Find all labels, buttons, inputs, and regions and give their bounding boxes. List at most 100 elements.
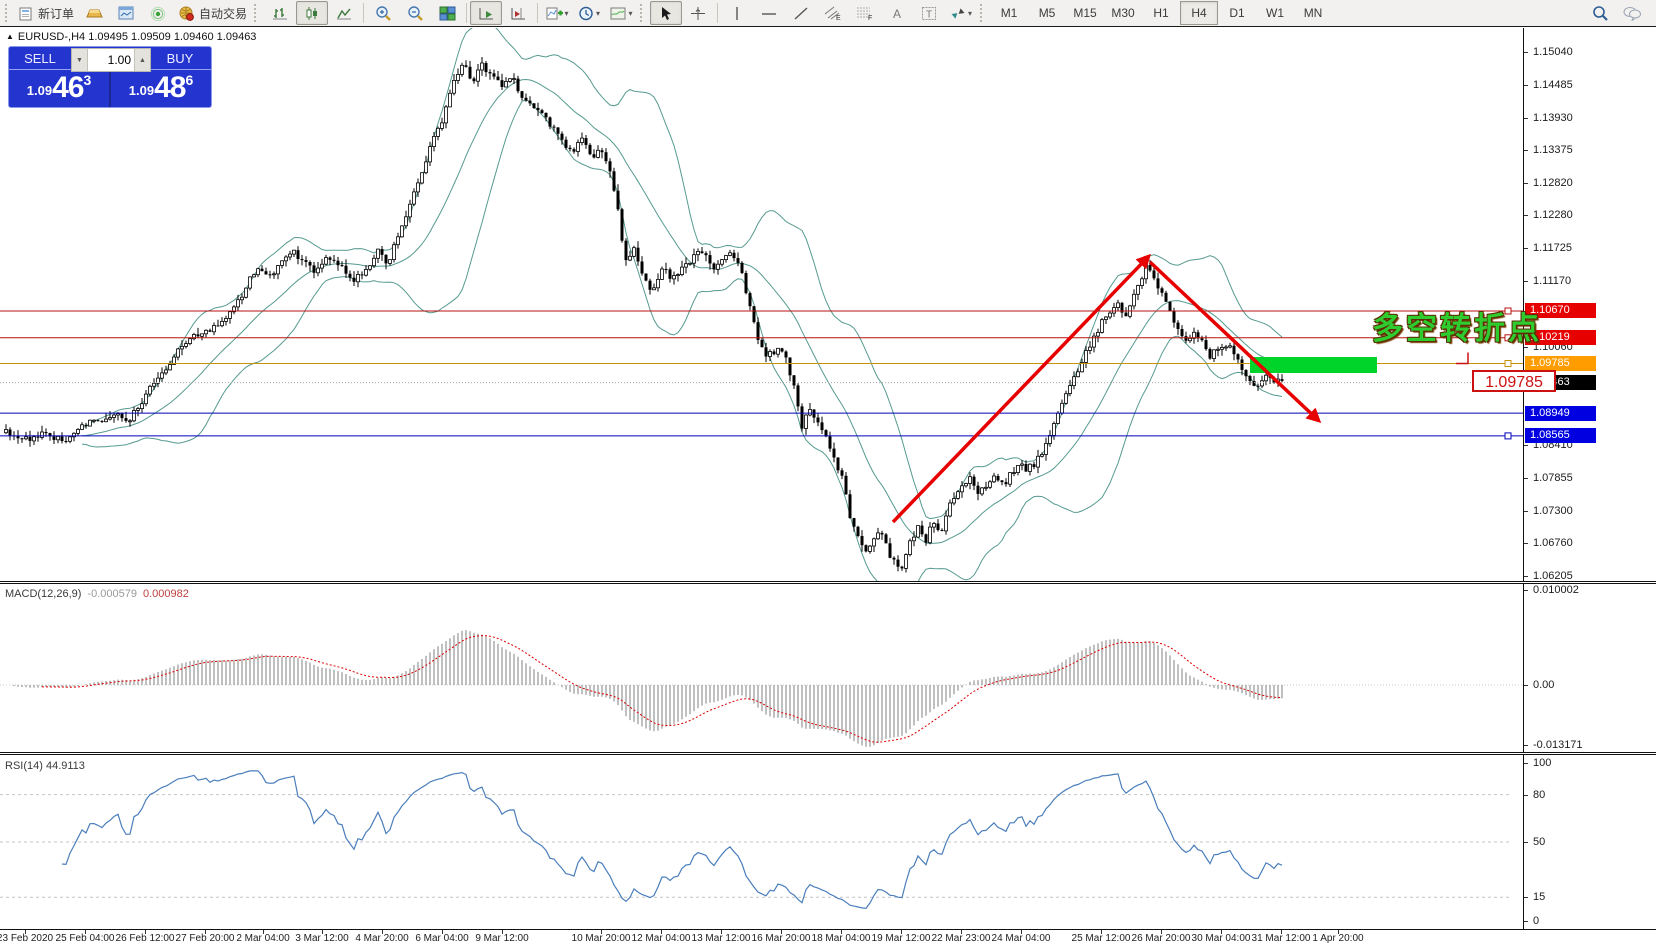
timeframe-button-d1[interactable]: D1 xyxy=(1218,1,1256,25)
main-price-pane[interactable] xyxy=(0,28,1523,581)
timeframe-button-m15[interactable]: M15 xyxy=(1066,1,1104,25)
pane-separator[interactable] xyxy=(0,752,1656,755)
pane-separator[interactable] xyxy=(0,581,1656,584)
text-label-tool-button[interactable]: T xyxy=(913,1,945,25)
up-trend-arrow xyxy=(893,257,1148,522)
rsi-scale-label: 50 xyxy=(1533,836,1545,848)
chat-icon xyxy=(1622,5,1642,21)
macd-scale-tickmark xyxy=(1524,745,1528,746)
fibonacci-tool-button[interactable]: F xyxy=(849,1,881,25)
price-tickmark xyxy=(1524,511,1528,512)
auto-scroll-icon xyxy=(478,6,495,21)
chart-window-button[interactable] xyxy=(110,1,142,25)
volume-input[interactable] xyxy=(88,49,134,71)
price-callout-label[interactable]: 1.09785 xyxy=(1472,370,1556,392)
green-zone-rect xyxy=(1250,357,1377,373)
text-label-icon: T xyxy=(921,6,937,21)
macd-pane[interactable]: MACD(12,26,9)-0.0005790.000982 xyxy=(0,585,1523,752)
volume-decrease-button[interactable]: ▼ xyxy=(72,49,88,71)
rsi-scale-label: 0 xyxy=(1533,915,1539,927)
rsi-pane[interactable]: RSI(14) 44.9113 xyxy=(0,757,1523,928)
timeframe-button-w1[interactable]: W1 xyxy=(1256,1,1294,25)
toolbar-grip[interactable] xyxy=(980,4,987,22)
main-chart-canvas[interactable] xyxy=(0,28,1523,581)
timeframe-button-h1[interactable]: H1 xyxy=(1142,1,1180,25)
price-tickmark xyxy=(1524,118,1528,119)
time-axis[interactable]: 23 Feb 202025 Feb 04:0026 Feb 12:0027 Fe… xyxy=(0,929,1656,944)
crosshair-tool-button[interactable] xyxy=(682,1,714,25)
rsi-scale-label: 15 xyxy=(1533,891,1545,903)
macd-signal-value: 0.000982 xyxy=(143,588,189,600)
price-tick-label: 1.11725 xyxy=(1533,242,1572,254)
price-tick-label: 1.07300 xyxy=(1533,505,1573,517)
vertical-line-icon xyxy=(732,6,742,21)
search-button[interactable] xyxy=(1584,1,1616,25)
time-label: 6 Mar 04:00 xyxy=(415,933,468,944)
chat-button[interactable] xyxy=(1616,1,1648,25)
price-axis[interactable]: 1.150401.144851.139301.133751.128201.122… xyxy=(1523,28,1656,929)
cursor-tool-button[interactable] xyxy=(650,1,682,25)
horizontal-line-tool-button[interactable] xyxy=(753,1,785,25)
toolbar-grip[interactable] xyxy=(640,4,647,22)
timeframe-button-m5[interactable]: M5 xyxy=(1028,1,1066,25)
templates-button[interactable]: ▾ xyxy=(605,1,637,25)
rsi-canvas[interactable] xyxy=(0,757,1523,928)
rsi-scale-tickmark xyxy=(1524,842,1528,843)
indicators-button[interactable]: ▾ xyxy=(541,1,573,25)
time-label: 26 Feb 12:00 xyxy=(116,933,175,944)
collapse-panel-icon[interactable]: ▲ xyxy=(6,32,14,41)
zoom-in-button[interactable] xyxy=(367,1,399,25)
bar-chart-mode-button[interactable] xyxy=(264,1,296,25)
horizontal-line-icon xyxy=(761,6,777,21)
zoom-out-icon xyxy=(407,5,424,21)
text-tool-button[interactable]: A xyxy=(881,1,913,25)
channel-icon: E xyxy=(824,5,842,21)
auto-trading-button[interactable]: 自动交易 xyxy=(174,1,251,25)
periods-button[interactable]: ▾ xyxy=(573,1,605,25)
time-label: 27 Feb 20:00 xyxy=(176,933,235,944)
new-order-button[interactable]: 新订单 xyxy=(15,1,78,25)
time-label: 23 Feb 2020 xyxy=(0,933,53,944)
toolbar-separator xyxy=(537,3,538,23)
time-label: 1 Apr 20:00 xyxy=(1312,933,1363,944)
candlestick-mode-button[interactable] xyxy=(296,1,328,25)
toolbar-grip[interactable] xyxy=(5,4,12,22)
price-tickmark xyxy=(1524,281,1528,282)
chart-shift-button[interactable] xyxy=(502,1,534,25)
turning-point-annotation[interactable]: 多空转折点 xyxy=(1372,303,1542,348)
time-label: 16 Mar 20:00 xyxy=(752,933,811,944)
rsi-scale-label: 100 xyxy=(1533,757,1551,769)
chart-window-icon xyxy=(118,6,135,21)
tile-windows-button[interactable] xyxy=(431,1,463,25)
bar-chart-icon xyxy=(272,6,288,21)
timeframe-button-m1[interactable]: M1 xyxy=(990,1,1028,25)
macd-canvas[interactable] xyxy=(0,585,1523,752)
price-tickmark xyxy=(1524,478,1528,479)
macd-scale-label: 0.00 xyxy=(1533,679,1554,691)
new-order-icon xyxy=(19,6,34,21)
vertical-line-tool-button[interactable] xyxy=(721,1,753,25)
timeframe-button-mn[interactable]: MN xyxy=(1294,1,1332,25)
svg-text:T: T xyxy=(926,9,932,20)
arrows-tool-button[interactable]: ▾ xyxy=(945,1,977,25)
timeframe-button-h4[interactable]: H4 xyxy=(1180,1,1218,25)
time-label: 2 Mar 04:00 xyxy=(236,933,289,944)
line-chart-mode-button[interactable] xyxy=(328,1,360,25)
price-tick-label: 1.13930 xyxy=(1533,112,1573,124)
zoom-out-button[interactable] xyxy=(399,1,431,25)
down-trend-arrow xyxy=(1150,262,1318,420)
auto-scroll-button[interactable] xyxy=(470,1,502,25)
price-tickmark xyxy=(1524,215,1528,216)
market-watch-button[interactable] xyxy=(78,1,110,25)
mt4-window: 新订单 自动交易 xyxy=(0,0,1656,944)
macd-scale-tickmark xyxy=(1524,685,1528,686)
trendline-icon xyxy=(793,6,809,21)
volume-increase-button[interactable]: ▲ xyxy=(134,49,150,71)
price-tick-label: 1.12820 xyxy=(1533,177,1573,189)
rsi-scale-label: 80 xyxy=(1533,789,1545,801)
trendline-tool-button[interactable] xyxy=(785,1,817,25)
equidistant-channel-tool-button[interactable]: E xyxy=(817,1,849,25)
timeframe-button-m30[interactable]: M30 xyxy=(1104,1,1142,25)
toolbar-grip[interactable] xyxy=(254,4,261,22)
signals-button[interactable] xyxy=(142,1,174,25)
